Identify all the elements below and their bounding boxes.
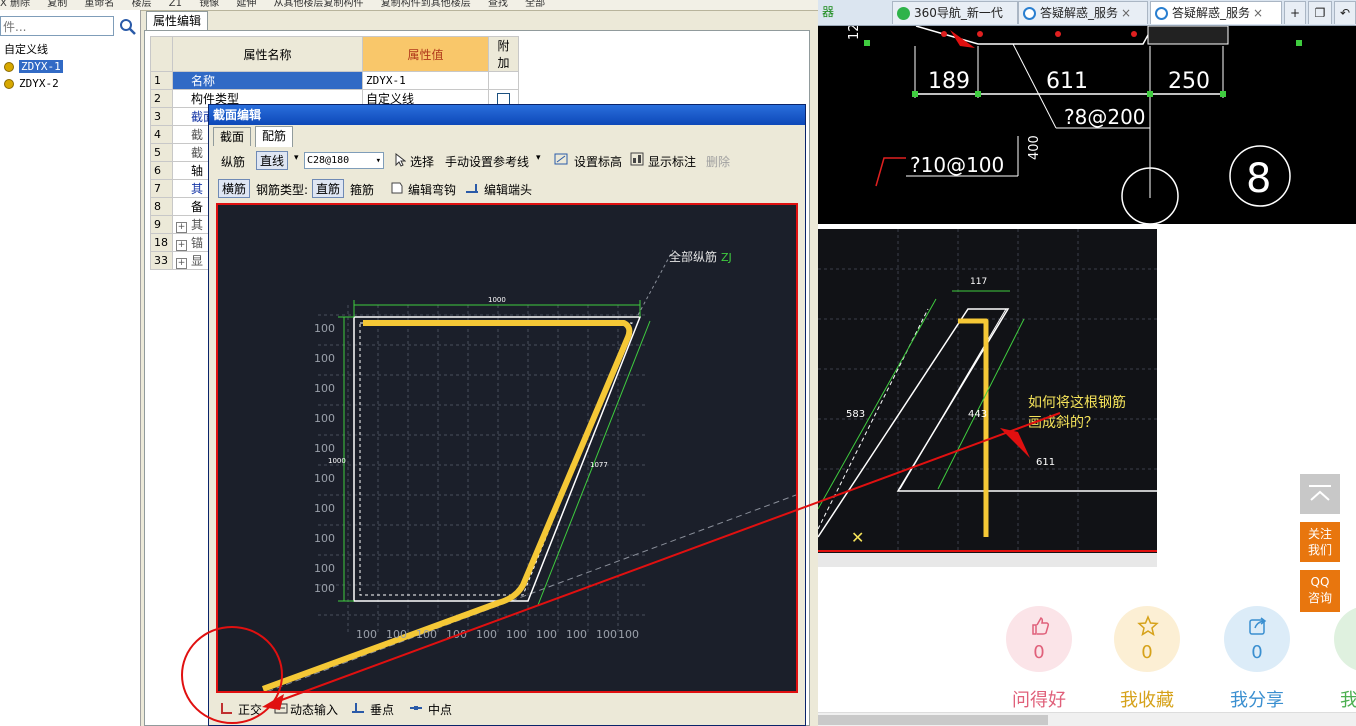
annotation-circle (181, 626, 283, 724)
arrowhead-icon (262, 694, 284, 710)
arrowhead-icon (1000, 428, 1030, 458)
annotation-arrow (275, 412, 1061, 703)
annotation-overlay (181, 30, 1061, 724)
arrowhead-icon (950, 30, 975, 48)
